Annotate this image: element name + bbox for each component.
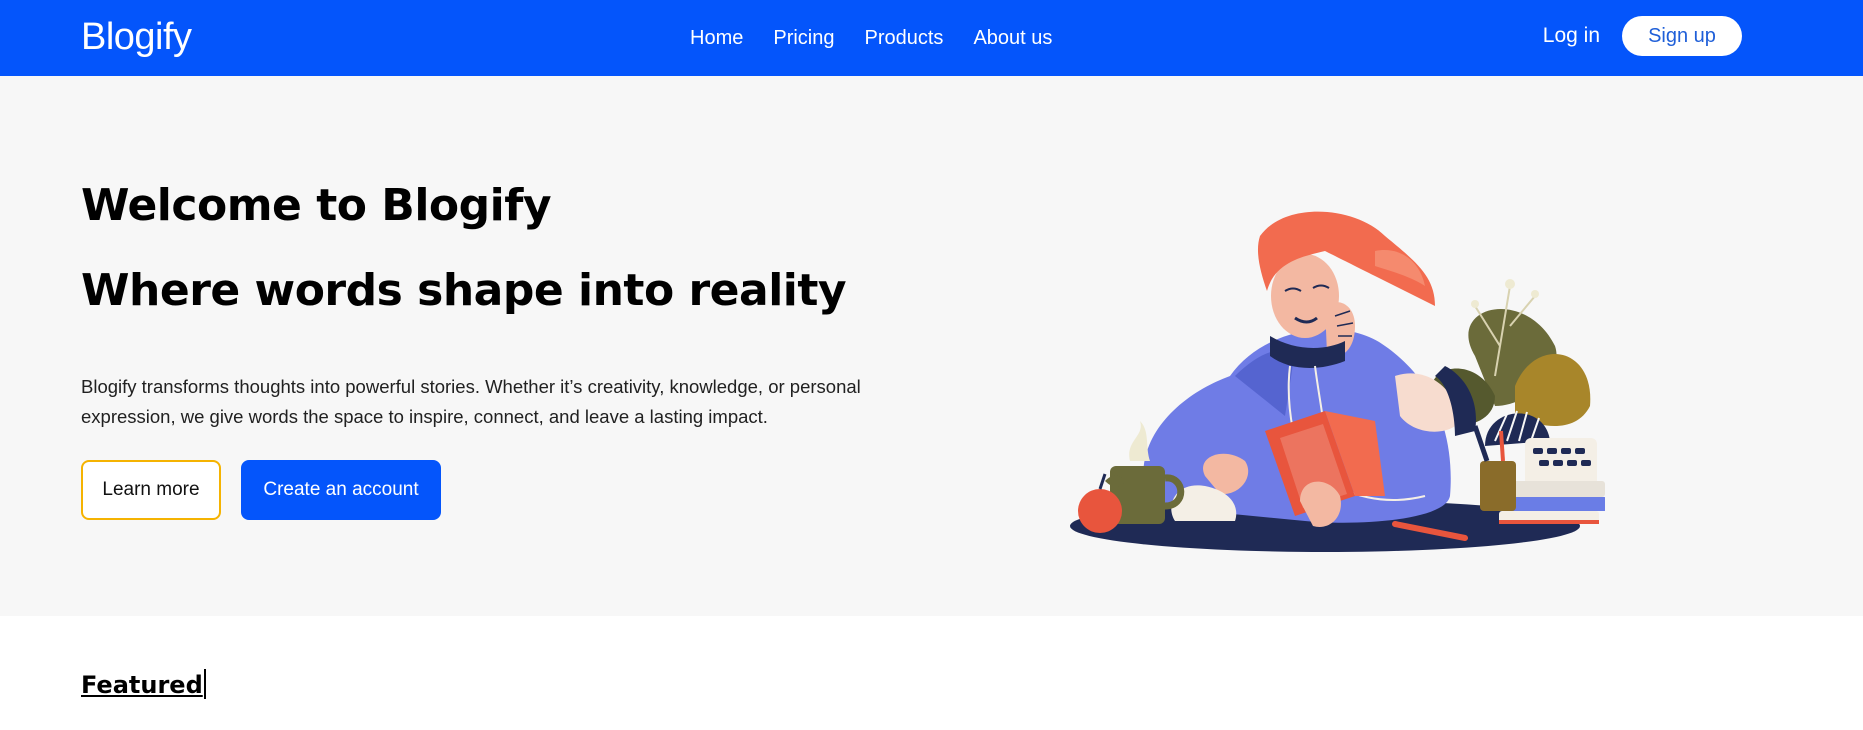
hero-section: Welcome to Blogify Where words shape int… bbox=[0, 76, 1863, 616]
nav-about-us[interactable]: About us bbox=[973, 27, 1052, 50]
hero-subtitle: Where words shape into reality bbox=[81, 265, 847, 316]
woman-reading-book-illustration bbox=[1070, 211, 1605, 552]
nav-pricing[interactable]: Pricing bbox=[773, 27, 834, 50]
featured-heading-text: Featured bbox=[81, 671, 203, 699]
login-link[interactable]: Log in bbox=[1543, 24, 1600, 48]
signup-button[interactable]: Sign up bbox=[1622, 16, 1742, 56]
brand-logo[interactable]: Blogify bbox=[81, 16, 192, 59]
featured-heading: Featured bbox=[81, 669, 206, 699]
hero-description: Blogify transforms thoughts into powerfu… bbox=[81, 376, 861, 427]
learn-more-button[interactable]: Learn more bbox=[81, 460, 221, 520]
main-nav: Home Pricing Products About us bbox=[690, 0, 1082, 76]
hero-title: Welcome to Blogify bbox=[81, 180, 552, 231]
text-cursor bbox=[203, 669, 206, 699]
auth-actions: Log in Sign up bbox=[1543, 16, 1742, 56]
top-navbar: Blogify Home Pricing Products About us L… bbox=[0, 0, 1863, 76]
nav-products[interactable]: Products bbox=[865, 27, 944, 50]
nav-home[interactable]: Home bbox=[690, 27, 743, 50]
create-account-button[interactable]: Create an account bbox=[241, 460, 441, 520]
